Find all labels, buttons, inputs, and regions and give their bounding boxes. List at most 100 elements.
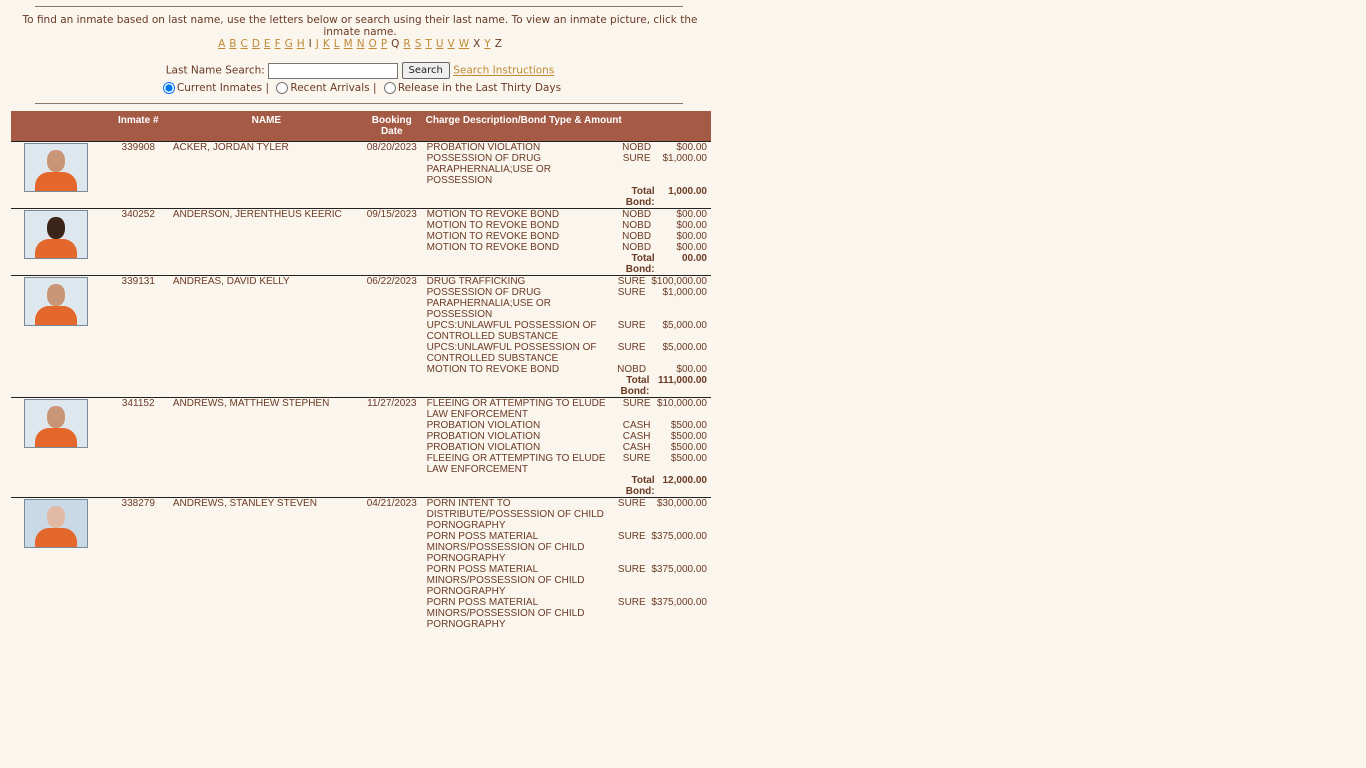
letter-n-link[interactable]: N bbox=[357, 38, 365, 50]
letter-f-link[interactable]: F bbox=[275, 38, 281, 50]
inmate-name[interactable]: ACKER, JORDAN TYLER bbox=[172, 141, 360, 209]
inmate-row: 339131 ANDREAS, DAVID KELLY 06/22/2023 DRUG… bbox=[11, 275, 711, 398]
booking-date: 11/27/2023 bbox=[359, 397, 424, 498]
bond-type: SURE bbox=[617, 276, 646, 287]
letter-h-link[interactable]: H bbox=[297, 38, 305, 50]
filter-radio[interactable] bbox=[383, 82, 396, 94]
bond-amount: $30,000.00 bbox=[656, 498, 707, 509]
charge-description: PROBATION VIOLATION bbox=[426, 442, 541, 453]
booking-date: 08/20/2023 bbox=[359, 141, 424, 209]
letter-o-link[interactable]: O bbox=[369, 38, 377, 50]
charge-row: FLEEING OR ATTEMPTING TO ELUDE LAW ENFOR… bbox=[424, 453, 711, 475]
letter-c-link[interactable]: C bbox=[240, 38, 247, 50]
total-bond-label: Total Bond: bbox=[625, 475, 655, 497]
inmate-number: 341152 bbox=[103, 397, 173, 498]
bond-amount: $00.00 bbox=[676, 142, 707, 153]
charges-cell: PORN INTENT TO DISTRIBUTE/POSSESSION OF … bbox=[423, 497, 711, 630]
charges-cell: FLEEING OR ATTEMPTING TO ELUDE LAW ENFOR… bbox=[423, 397, 711, 498]
total-spacer bbox=[424, 375, 612, 397]
letter-t-link[interactable]: T bbox=[425, 38, 431, 50]
bond-amount: $375,000.00 bbox=[651, 531, 707, 542]
charge-row: MOTION TO REVOKE BOND NOBD $00.00 bbox=[424, 231, 711, 242]
inmate-photo-cell bbox=[11, 275, 104, 398]
inmate-name[interactable]: ANDREAS, DAVID KELLY bbox=[172, 275, 360, 398]
inmate-name[interactable]: ANDREWS, MATTHEW STEPHEN bbox=[172, 397, 360, 498]
bond-amount: $500.00 bbox=[670, 442, 707, 453]
inmate-photo[interactable] bbox=[24, 210, 88, 259]
filter-option-1[interactable]: Recent Arrivals bbox=[272, 82, 370, 94]
letter-s-link[interactable]: S bbox=[415, 38, 422, 50]
letter-l-link[interactable]: L bbox=[334, 38, 340, 50]
letter-r-link[interactable]: R bbox=[403, 38, 410, 50]
inmate-rows: 339908 ACKER, JORDAN TYLER 08/20/2023 PROBA… bbox=[11, 141, 711, 630]
letter-d-link[interactable]: D bbox=[252, 38, 260, 50]
total-bond-label: Total Bond: bbox=[625, 186, 655, 208]
last-name-search-input[interactable] bbox=[268, 62, 399, 79]
search-instructions-link[interactable]: Search Instructions bbox=[453, 65, 554, 77]
charge-description: FLEEING OR ATTEMPTING TO ELUDE LAW ENFOR… bbox=[426, 398, 606, 420]
inmate-photo[interactable] bbox=[24, 399, 88, 448]
charge-row: MOTION TO REVOKE BOND NOBD $00.00 bbox=[424, 220, 711, 231]
filter-separator: | bbox=[369, 82, 380, 94]
letter-k-link[interactable]: K bbox=[323, 38, 330, 50]
charge-description: PROBATION VIOLATION bbox=[426, 142, 541, 153]
inmate-photo-cell bbox=[11, 208, 104, 276]
letter-w-link[interactable]: W bbox=[459, 38, 469, 50]
charge-row: PROBATION VIOLATION NOBD $00.00 bbox=[424, 142, 711, 153]
bond-amount: $00.00 bbox=[676, 364, 707, 375]
bond-type: SURE bbox=[622, 398, 651, 409]
search-label: Last Name Search: bbox=[165, 64, 265, 77]
bond-type: NOBD bbox=[617, 364, 647, 375]
charges-cell: PROBATION VIOLATION NOBD $00.00 POSSESSION … bbox=[423, 141, 711, 209]
filter-option-0[interactable]: Current Inmates bbox=[159, 82, 262, 94]
letter-g-link[interactable]: G bbox=[285, 38, 293, 50]
letter-p-link[interactable]: P bbox=[381, 38, 387, 50]
bond-amount: $00.00 bbox=[676, 231, 707, 242]
charge-description: DRUG TRAFFICKING bbox=[426, 276, 526, 287]
letter-e-link[interactable]: E bbox=[264, 38, 271, 50]
bond-type: SURE bbox=[617, 597, 646, 608]
letter-a-link[interactable]: A bbox=[218, 38, 225, 50]
search-instructions-text: To find an inmate based on last name, us… bbox=[22, 14, 698, 38]
filter-radio[interactable] bbox=[276, 82, 289, 94]
inmate-name[interactable]: ANDERSON, JERENTHEUS KEERIC bbox=[172, 208, 360, 276]
bond-amount: $375,000.00 bbox=[651, 564, 707, 575]
charge-row: FLEEING OR ATTEMPTING TO ELUDE LAW ENFOR… bbox=[424, 398, 711, 420]
photo-body-shape bbox=[35, 428, 77, 447]
photo-head-shape bbox=[47, 150, 65, 172]
letter-u-link[interactable]: U bbox=[436, 38, 444, 50]
bond-type: SURE bbox=[617, 287, 646, 298]
letter-y-link[interactable]: Y bbox=[484, 38, 490, 50]
bond-type: CASH bbox=[622, 431, 651, 442]
letter-z: Z bbox=[494, 38, 502, 50]
total-spacer bbox=[424, 253, 617, 275]
top-divider bbox=[35, 6, 683, 7]
inmate-name[interactable]: ANDREWS, STANLEY STEVEN bbox=[172, 497, 360, 630]
charge-description: MOTION TO REVOKE BOND bbox=[426, 364, 560, 375]
filter-radio[interactable] bbox=[162, 82, 175, 94]
inmate-photo[interactable] bbox=[24, 499, 88, 548]
bond-amount: $10,000.00 bbox=[656, 398, 707, 409]
letter-m-link[interactable]: M bbox=[344, 38, 353, 50]
letter-q: Q bbox=[391, 38, 400, 50]
charges-table: PORN INTENT TO DISTRIBUTE/POSSESSION OF … bbox=[424, 498, 711, 630]
inmate-photo[interactable] bbox=[24, 277, 88, 326]
charge-row: PORN POSS MATERIAL MINORS/POSSESSION OF … bbox=[424, 531, 711, 564]
letter-x: X bbox=[473, 38, 481, 50]
inmate-photo[interactable] bbox=[24, 143, 88, 192]
filter-label: Release in the Last Thirty Days bbox=[397, 82, 562, 94]
booking-date: 09/15/2023 bbox=[359, 208, 424, 276]
charges-table: DRUG TRAFFICKING SURE $100,000.00 POSSESSIO… bbox=[424, 276, 711, 397]
charge-row: MOTION TO REVOKE BOND NOBD $00.00 bbox=[424, 242, 711, 253]
letter-j-link[interactable]: J bbox=[316, 38, 319, 50]
charge-description: MOTION TO REVOKE BOND bbox=[426, 242, 560, 253]
bond-amount: $100,000.00 bbox=[651, 276, 707, 287]
inmate-number: 340252 bbox=[103, 208, 173, 276]
filter-option-2[interactable]: Release in the Last Thirty Days bbox=[380, 82, 561, 94]
letter-b-link[interactable]: B bbox=[229, 38, 236, 50]
letter-i: I bbox=[308, 38, 312, 50]
letter-v-link[interactable]: V bbox=[448, 38, 455, 50]
search-button[interactable]: Search bbox=[401, 62, 450, 79]
search-row: Last Name Search: Search Search Instruct… bbox=[10, 62, 710, 79]
photo-body-shape bbox=[35, 528, 77, 547]
